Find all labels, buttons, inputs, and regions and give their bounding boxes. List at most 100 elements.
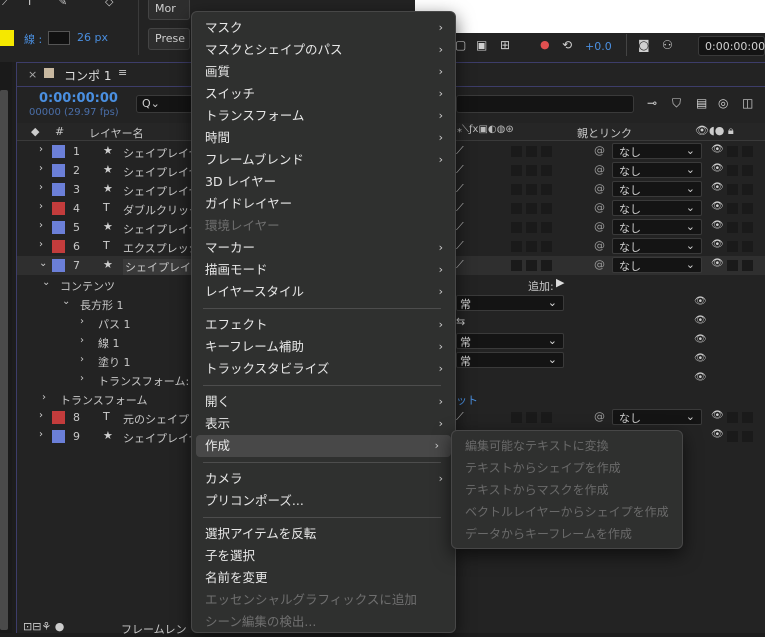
layer-search-input[interactable]: Q⌄ (136, 95, 196, 113)
solo-box[interactable] (727, 241, 738, 252)
twirl-chevron[interactable]: › (39, 429, 43, 440)
switch-box[interactable] (541, 222, 552, 233)
pick-whip-icon[interactable]: @ (594, 201, 605, 214)
solo-box[interactable] (727, 165, 738, 176)
menu-item[interactable]: マスク › (192, 17, 455, 39)
blend-mode-select-2[interactable]: 常 ⌄ (456, 333, 564, 349)
switch-box[interactable] (526, 165, 537, 176)
reset-link[interactable]: ット (456, 392, 478, 408)
tab-menu-icon[interactable]: ≡ (118, 66, 127, 79)
visibility-eye-icon[interactable]: 👁︎ (711, 144, 724, 155)
visibility-eye-icon[interactable]: 👁︎ (711, 220, 724, 231)
twirl-chevron[interactable]: › (39, 220, 43, 231)
shy-switch-icon[interactable]: ⟋ (456, 163, 464, 177)
footer-toggle-icons[interactable]: ⊡⊟⚘ ● (23, 620, 64, 633)
left-scrollbar[interactable] (0, 90, 8, 630)
layer-label-color[interactable] (52, 145, 65, 158)
solo-box[interactable] (727, 184, 738, 195)
lock-box[interactable] (742, 146, 753, 157)
blend-mode-select-1[interactable]: 常 ⌄ (456, 295, 564, 311)
expand-transform-chevron[interactable]: › (42, 392, 46, 403)
switch-box[interactable] (526, 222, 537, 233)
parent-select[interactable]: なし ⌄ (612, 143, 702, 159)
switch-box[interactable] (526, 203, 537, 214)
current-time[interactable]: 0:00:00:00 (39, 91, 118, 106)
twirl-chevron[interactable]: › (39, 163, 43, 174)
fill-color-swatch[interactable] (0, 30, 14, 46)
menu-item[interactable]: 名前を変更 (192, 567, 455, 589)
visibility-eye-icon[interactable]: 👁︎ (711, 201, 724, 212)
pick-whip-icon[interactable]: @ (594, 220, 605, 233)
switch-box[interactable] (511, 165, 522, 176)
eye-icon-rect[interactable]: 👁︎ (694, 296, 707, 307)
menu-item[interactable]: トラックスタビライズ › (192, 358, 455, 380)
menu-item[interactable]: キーフレーム補助 › (192, 336, 455, 358)
twirl-chevron[interactable]: › (39, 410, 43, 421)
menu-item[interactable]: 3D レイヤー (192, 171, 455, 193)
parent-select[interactable]: なし ⌄ (612, 257, 702, 273)
pick-whip-icon[interactable]: @ (594, 144, 605, 157)
menu-item[interactable]: 描画モード › (192, 259, 455, 281)
expand-stroke-chevron[interactable]: › (80, 335, 84, 346)
menu-item[interactable]: スイッチ › (192, 83, 455, 105)
switch-box[interactable] (511, 412, 522, 423)
lock-box[interactable] (742, 222, 753, 233)
eye-icon-fill[interactable]: 👁︎ (694, 353, 707, 364)
layer-label-color[interactable] (52, 259, 65, 272)
switch-box[interactable] (511, 184, 522, 195)
channel-icon[interactable]: ● (540, 38, 550, 51)
layer-label-color[interactable] (52, 202, 65, 215)
visibility-eye-icon[interactable]: 👁︎ (711, 410, 724, 421)
parent-select[interactable]: なし ⌄ (612, 219, 702, 235)
comp-mini-flowchart-icon[interactable]: ⊸ (647, 96, 657, 110)
solo-box[interactable] (727, 203, 738, 214)
switch-box[interactable] (511, 260, 522, 271)
eye-icon-path[interactable]: 👁︎ (694, 315, 707, 326)
lock-box[interactable] (742, 431, 753, 442)
pick-whip-icon[interactable]: @ (594, 182, 605, 195)
expand-rect-chevron[interactable]: ⌄ (62, 296, 70, 307)
solo-box[interactable] (727, 431, 738, 442)
parent-select[interactable]: なし ⌄ (612, 200, 702, 216)
twirl-chevron[interactable]: › (39, 182, 43, 193)
lock-box[interactable] (742, 203, 753, 214)
eraser-tool-icon[interactable]: ◇ (105, 0, 113, 8)
menu-item[interactable]: 画質 › (192, 61, 455, 83)
blend-mode-select-3[interactable]: 常 ⌄ (456, 352, 564, 368)
menu-item[interactable]: レイヤースタイル › (192, 281, 455, 303)
show-snapshot-icon[interactable]: ⚇ (662, 38, 673, 52)
shy-switch-icon[interactable]: ⟋ (456, 410, 464, 424)
shy-switch-icon[interactable]: ⟋ (456, 220, 464, 234)
switch-box[interactable] (541, 184, 552, 195)
stroke-width-value[interactable]: 26 px (77, 31, 108, 44)
guides-icon[interactable]: ⊞ (500, 38, 510, 52)
pick-whip-icon[interactable]: @ (594, 258, 605, 271)
frame-blend-icon[interactable]: ▤ (696, 96, 707, 110)
layer-label-color[interactable] (52, 221, 65, 234)
twirl-chevron[interactable]: ⌄ (39, 258, 47, 269)
draft-3d-icon[interactable]: ⛉ (672, 96, 681, 111)
shy-switch-icon[interactable]: ⟋ (456, 182, 464, 196)
menu-item[interactable]: プリコンポーズ... (192, 490, 455, 512)
preset-button[interactable]: Prese (148, 28, 190, 50)
menu-item[interactable]: 時間 › (192, 127, 455, 149)
pick-whip-icon[interactable]: @ (594, 410, 605, 423)
path-direction-icon[interactable]: ⇆ (456, 315, 465, 328)
menu-item[interactable]: 表示 › (192, 413, 455, 435)
solo-box[interactable] (727, 222, 738, 233)
expand-transform-rect-chevron[interactable]: › (80, 373, 84, 384)
transparency-grid-icon[interactable]: ▣ (476, 38, 487, 52)
switch-box[interactable] (541, 203, 552, 214)
exposure-value[interactable]: +0.0 (585, 40, 612, 53)
shy-switch-icon[interactable]: ⟋ (456, 201, 464, 215)
motion-blur-icon[interactable]: ◎ (718, 96, 728, 110)
expand-contents-chevron[interactable]: ⌄ (42, 277, 50, 288)
switch-box[interactable] (541, 260, 552, 271)
menu-item[interactable]: 作成 › (196, 435, 451, 457)
solo-box[interactable] (727, 412, 738, 423)
pen-tool-icon[interactable]: ⟋ (2, 0, 10, 9)
visibility-eye-icon[interactable]: 👁︎ (711, 258, 724, 269)
expand-fill-chevron[interactable]: › (80, 354, 84, 365)
search-field-right[interactable] (456, 95, 634, 113)
menu-item[interactable]: エフェクト › (192, 314, 455, 336)
